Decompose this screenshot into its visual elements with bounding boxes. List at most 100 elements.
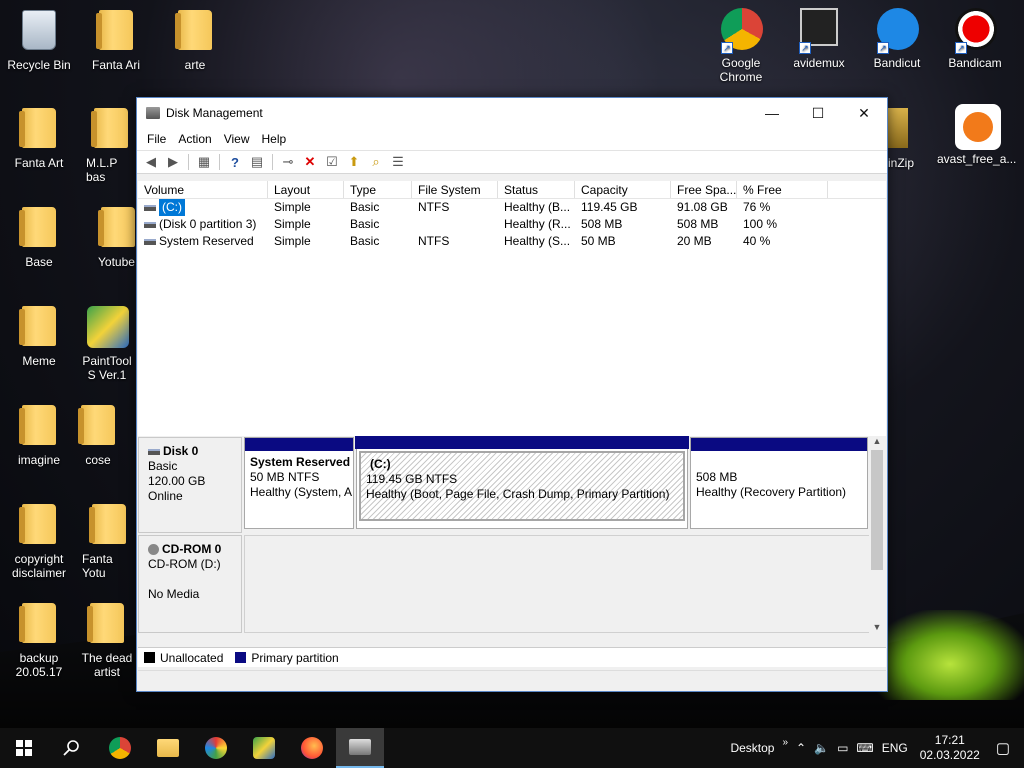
- back-arrow-icon[interactable]: ◀: [141, 152, 161, 172]
- network-icon[interactable]: ▭: [833, 741, 852, 755]
- menu-help[interactable]: Help: [256, 132, 293, 146]
- forward-arrow-icon[interactable]: ▶: [163, 152, 183, 172]
- desktop-icon-cose[interactable]: cose: [78, 405, 136, 467]
- window-title: Disk Management: [166, 106, 263, 120]
- drive-icon: [144, 238, 156, 245]
- show-hide-console-tree-icon[interactable]: ▦: [194, 152, 214, 172]
- folder-icon: [19, 603, 56, 643]
- taskbar-chrome[interactable]: [96, 728, 144, 768]
- cdrom-0-label[interactable]: CD-ROM 0 CD-ROM (D:) No Media: [138, 535, 242, 633]
- scroll-up-icon[interactable]: ▲: [869, 436, 885, 450]
- notification-icon[interactable]: ▢: [988, 739, 1024, 757]
- desktop-icon-google-chrome[interactable]: ↗ Google Chrome: [703, 8, 779, 84]
- column-header-free-space[interactable]: Free Spa...: [671, 181, 737, 198]
- menu-view[interactable]: View: [218, 132, 256, 146]
- file-system-cell: [412, 216, 498, 233]
- toolbar: ◀ ▶ ▦ ? ▤ ⊸ ✕ ☑ ⬆ ⌕ ☰: [137, 150, 887, 174]
- table-row[interactable]: (C:) Simple Basic NTFS Healthy (B... 119…: [138, 199, 886, 216]
- taskbar-painttool[interactable]: [240, 728, 288, 768]
- folder-icon: [96, 10, 133, 50]
- search-folder-icon[interactable]: ⌕: [366, 152, 386, 172]
- desktop-icon-fanta-yotube[interactable]: Fanta Yotu: [78, 504, 136, 580]
- desktop-toolbar-label[interactable]: Desktop: [726, 741, 778, 755]
- taskbar-paint-app[interactable]: [192, 728, 240, 768]
- desktop-icon-imagine[interactable]: imagine: [1, 405, 77, 467]
- desktop-icon-fanta-art[interactable]: Fanta Art: [1, 108, 77, 170]
- column-header-status[interactable]: Status: [498, 181, 575, 198]
- desktop-icon-bandicut[interactable]: ↗ Bandicut: [859, 8, 935, 70]
- table-row[interactable]: System Reserved Simple Basic NTFS Health…: [138, 233, 886, 250]
- help-icon[interactable]: ?: [225, 152, 245, 172]
- check-icon[interactable]: ☑: [322, 152, 342, 172]
- layout-cell: Simple: [274, 234, 311, 248]
- column-header-volume[interactable]: Volume: [138, 181, 268, 198]
- taskbar-firefox[interactable]: [288, 728, 336, 768]
- cdrom-0-area[interactable]: [244, 535, 870, 633]
- partition-recovery[interactable]: 508 MB Healthy (Recovery Partition): [690, 437, 868, 529]
- desktop-icon-the-dead-artist[interactable]: The dead artist: [78, 603, 136, 679]
- table-row[interactable]: (Disk 0 partition 3) Simple Basic Health…: [138, 216, 886, 233]
- volume-cell: (C:): [138, 199, 268, 216]
- desktop-icon-meme[interactable]: Meme: [1, 306, 77, 368]
- properties-icon[interactable]: ▤: [247, 152, 267, 172]
- minimize-button[interactable]: —: [749, 98, 795, 128]
- maximize-button[interactable]: ☐: [795, 98, 841, 128]
- desktop-icon-label: avidemux: [793, 56, 845, 70]
- cdrom-name: CD-ROM 0: [162, 542, 222, 556]
- taskbar-disk-management[interactable]: [336, 728, 384, 768]
- desktop-icon-yotube[interactable]: Yotube: [78, 207, 136, 269]
- desktop-icon-copyright-disclaimer[interactable]: copyright disclaimer: [1, 504, 77, 580]
- desktop-icon-recycle-bin[interactable]: Recycle Bin: [1, 10, 77, 72]
- volume-icon[interactable]: 🔈: [810, 741, 833, 755]
- folder-icon: [19, 108, 56, 148]
- desktop-icon-backup[interactable]: backup 20.05.17: [1, 603, 77, 679]
- desktop-icon-avidemux[interactable]: ↗ avidemux: [781, 8, 857, 70]
- column-header-capacity[interactable]: Capacity: [575, 181, 671, 198]
- column-header-type[interactable]: Type: [344, 181, 412, 198]
- file-explorer-icon: [157, 739, 179, 757]
- volume-cell: (Disk 0 partition 3): [138, 216, 268, 233]
- desktop-icon-winzip[interactable]: inZip: [888, 108, 928, 170]
- scroll-down-icon[interactable]: ▼: [869, 622, 885, 636]
- desktop-icon-bandicam[interactable]: ↗ Bandicam: [937, 8, 1013, 70]
- disk-view-scrollbar[interactable]: ▲ ▼: [869, 436, 885, 636]
- partition-size: 508 MB: [696, 470, 738, 484]
- connect-disk-icon[interactable]: ⊸: [278, 152, 298, 172]
- desktop-icon-painttool[interactable]: PaintTool S Ver.1: [78, 306, 136, 382]
- column-header-file-system[interactable]: File System: [412, 181, 498, 198]
- desktop-icon-label: Bandicut: [873, 56, 921, 70]
- column-header-layout[interactable]: Layout: [268, 181, 344, 198]
- list-view-icon[interactable]: ☰: [388, 152, 408, 172]
- title-bar[interactable]: Disk Management — ☐ ✕: [137, 98, 887, 128]
- scrollbar-thumb[interactable]: [871, 450, 883, 570]
- desktop-icon-avast[interactable]: avast_free_a...: [937, 104, 1016, 166]
- disk-0-label[interactable]: Disk 0 Basic 120.00 GB Online: [138, 437, 242, 533]
- column-header-percent-free[interactable]: % Free: [737, 181, 828, 198]
- desktop-icon-base[interactable]: Base: [1, 207, 77, 269]
- close-button[interactable]: ✕: [841, 98, 887, 128]
- desktop-icon-fanta-ari[interactable]: Fanta Ari: [78, 10, 154, 72]
- desktop-icon-mlp-base[interactable]: M.L.P bas: [78, 108, 136, 184]
- keyboard-icon[interactable]: ⌨: [852, 741, 877, 755]
- delete-icon[interactable]: ✕: [300, 152, 320, 172]
- menu-file[interactable]: File: [141, 132, 172, 146]
- search-button[interactable]: [48, 728, 96, 768]
- partition-c[interactable]: (C:) 119.45 GB NTFS Healthy (Boot, Page …: [355, 436, 689, 529]
- desktop-icon-arte[interactable]: arte: [157, 10, 233, 72]
- partition-system-reserved[interactable]: System Reserved 50 MB NTFS Healthy (Syst…: [244, 437, 354, 529]
- folder-up-icon[interactable]: ⬆: [344, 152, 364, 172]
- tray-expand-icon[interactable]: ⌃: [792, 741, 810, 755]
- toolbar-overflow-icon[interactable]: »: [778, 737, 792, 748]
- clock[interactable]: 17:21 02.03.2022: [912, 733, 988, 763]
- desktop-icon-label: The dead artist: [81, 651, 133, 679]
- disk-0-row: Disk 0 Basic 120.00 GB Online System Res…: [138, 436, 870, 533]
- input-language[interactable]: ENG: [878, 741, 912, 755]
- taskbar-file-explorer[interactable]: [144, 728, 192, 768]
- file-system-cell: NTFS: [418, 234, 450, 248]
- clock-time: 17:21: [934, 733, 965, 747]
- unallocated-swatch: [144, 652, 155, 663]
- partition-title: System Reserved: [250, 455, 351, 469]
- desktop-icon-label: Base: [25, 255, 53, 269]
- menu-action[interactable]: Action: [172, 132, 217, 146]
- start-button[interactable]: [0, 728, 48, 768]
